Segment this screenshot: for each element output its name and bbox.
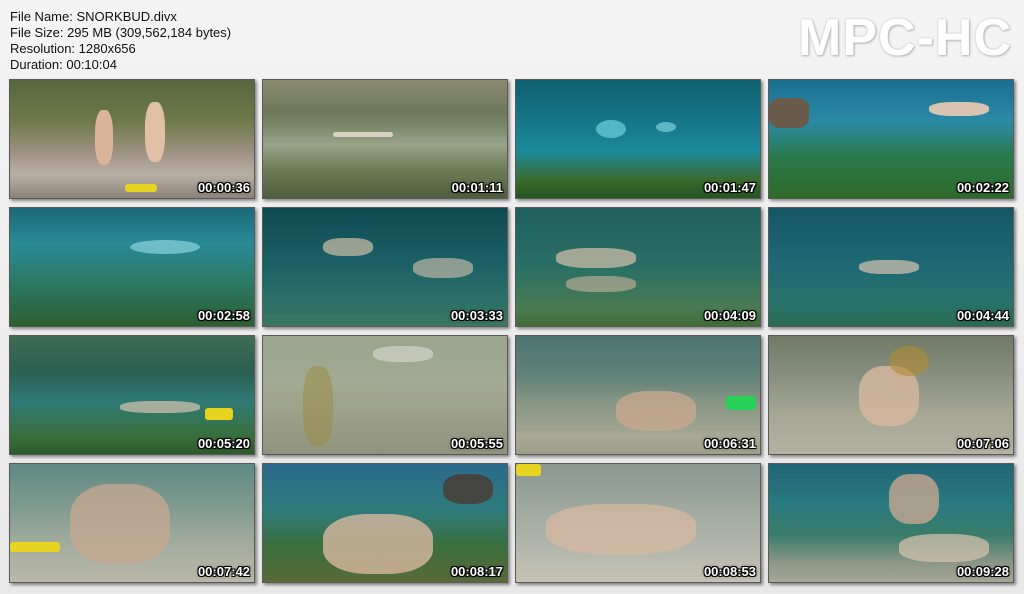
thumbnail[interactable]: 00:04:44 <box>768 207 1014 327</box>
thumbnail[interactable]: 00:08:53 <box>515 463 761 583</box>
timestamp: 00:00:36 <box>197 180 250 195</box>
thumbnail-grid: 00:00:36 00:01:11 00:01:47 00:02:22 00:0… <box>9 79 1015 584</box>
thumbnail[interactable]: 00:01:47 <box>515 79 761 199</box>
timestamp: 00:09:28 <box>956 564 1009 579</box>
thumbnail[interactable]: 00:04:09 <box>515 207 761 327</box>
timestamp: 00:03:33 <box>450 308 503 323</box>
mpc-hc-logo: MPC-HC <box>798 9 1012 67</box>
timestamp: 00:05:55 <box>450 436 503 451</box>
thumbnail[interactable]: 00:03:33 <box>262 207 508 327</box>
timestamp: 00:02:58 <box>197 308 250 323</box>
thumbnail[interactable]: 00:07:06 <box>768 335 1014 455</box>
thumbnail[interactable]: 00:02:58 <box>9 207 255 327</box>
timestamp: 00:07:06 <box>956 436 1009 451</box>
timestamp: 00:04:09 <box>703 308 756 323</box>
resolution-label: Resolution: 1280x656 <box>10 41 136 56</box>
timestamp: 00:08:53 <box>703 564 756 579</box>
thumbnail[interactable]: 00:01:11 <box>262 79 508 199</box>
thumbnail[interactable]: 00:00:36 <box>9 79 255 199</box>
thumbnail[interactable]: 00:06:31 <box>515 335 761 455</box>
timestamp: 00:04:44 <box>956 308 1009 323</box>
file-info-panel: File Name: SNORKBUD.divx File Size: 295 … <box>10 9 231 73</box>
timestamp: 00:02:22 <box>956 180 1009 195</box>
thumbnail[interactable]: 00:05:55 <box>262 335 508 455</box>
timestamp: 00:01:47 <box>703 180 756 195</box>
timestamp: 00:05:20 <box>197 436 250 451</box>
timestamp: 00:08:17 <box>450 564 503 579</box>
thumbnail[interactable]: 00:02:22 <box>768 79 1014 199</box>
timestamp: 00:06:31 <box>703 436 756 451</box>
thumbnail[interactable]: 00:05:20 <box>9 335 255 455</box>
file-size-label: File Size: 295 MB (309,562,184 bytes) <box>10 25 232 40</box>
file-name-label: File Name: SNORKBUD.divx <box>10 9 177 24</box>
thumbnail[interactable]: 00:07:42 <box>9 463 255 583</box>
timestamp: 00:01:11 <box>451 180 503 195</box>
duration-label: Duration: 00:10:04 <box>10 57 117 72</box>
thumbnail[interactable]: 00:08:17 <box>262 463 508 583</box>
thumbnail[interactable]: 00:09:28 <box>768 463 1014 583</box>
timestamp: 00:07:42 <box>197 564 250 579</box>
